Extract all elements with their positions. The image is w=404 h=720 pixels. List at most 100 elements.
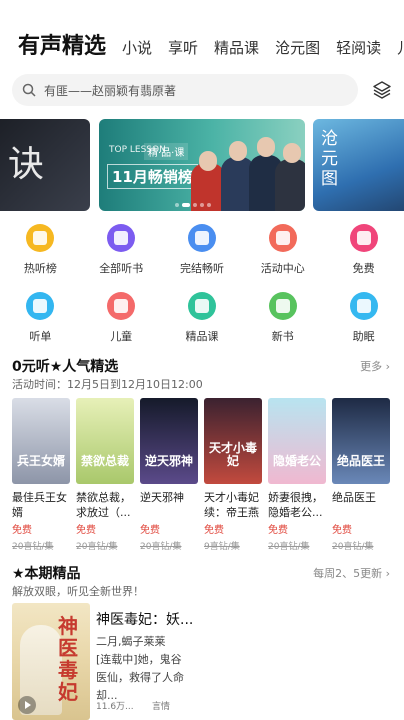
section-popular-title: 0元听★人气精选 bbox=[12, 359, 119, 375]
search-icon bbox=[22, 83, 36, 97]
search-row: 有匪——赵丽颖有翡原著 bbox=[12, 74, 392, 106]
carousel-dot-active bbox=[182, 203, 190, 207]
book-title: 天才小毒妃续：帝王燕 bbox=[204, 491, 259, 519]
section-featured-header: ★本期精品 每周2、5更新 › bbox=[12, 563, 390, 583]
carousel-dot bbox=[193, 203, 197, 207]
tab-4[interactable]: 沧元图 bbox=[275, 37, 320, 64]
book-free-badge: 免费 bbox=[140, 525, 160, 536]
shortcut-item[interactable]: 活动中心 bbox=[242, 222, 323, 290]
book-original-price: 20喜钻/集 bbox=[332, 542, 374, 552]
play-icon[interactable] bbox=[18, 696, 36, 714]
book-original-price: 20喜钻/集 bbox=[268, 542, 310, 552]
shortcut-row: 热听榜 全部听书 完结畅听 活动中心 免费 bbox=[0, 222, 404, 290]
featured-book-title: 神医毒妃：妖... bbox=[96, 612, 194, 628]
book-cover[interactable]: 绝品医王 bbox=[332, 398, 390, 484]
banner-card-right[interactable]: 沧元图 bbox=[313, 119, 404, 211]
layers-icon[interactable] bbox=[372, 80, 392, 100]
icon-glyph bbox=[114, 299, 129, 313]
shortcut-item[interactable]: 全部听书 bbox=[81, 222, 162, 290]
icon-glyph bbox=[33, 299, 48, 313]
book-original-price: 9喜钻/集 bbox=[204, 542, 240, 552]
tab-6[interactable]: 儿童 bbox=[397, 37, 404, 64]
category-tabs: 有声精选小说享听精品课沧元图轻阅读儿童 bbox=[18, 28, 404, 64]
book-card[interactable]: 绝品医王 绝品医王 免费 20喜钻/集 bbox=[332, 398, 390, 552]
banner-card-left[interactable]: 诀 bbox=[0, 119, 90, 211]
featured-book-cover[interactable]: 神医毒妃 bbox=[12, 603, 90, 720]
shortcut-label: 助眠 bbox=[352, 330, 375, 343]
book-free-badge: 免费 bbox=[12, 525, 32, 536]
banner-left-title: 诀 bbox=[8, 144, 45, 185]
book-original-price: 20喜钻/集 bbox=[140, 542, 182, 552]
cup-icon bbox=[26, 292, 55, 320]
banner-tag2: 精·品·课 bbox=[144, 143, 189, 160]
banner-head-3 bbox=[257, 137, 275, 157]
shortcut-item[interactable]: 完结畅听 bbox=[162, 222, 243, 290]
search-placeholder: 有匪——赵丽颖有翡原著 bbox=[44, 83, 177, 98]
book-cover[interactable]: 禁欲总裁 bbox=[76, 398, 134, 484]
banner-carousel[interactable]: 诀 TOP LESSON 精·品·课 11月畅销榜 沧元图 bbox=[0, 119, 404, 211]
shortcut-item[interactable]: 精品课 bbox=[162, 290, 243, 358]
featured-book-item[interactable]: 神医毒妃 神医毒妃：妖... 二月,蝎子莱莱 [连载中]她，鬼谷医仙，救得了人命… bbox=[12, 603, 392, 720]
banner-head-4 bbox=[283, 143, 301, 163]
shortcut-item[interactable]: 助眠 bbox=[323, 290, 404, 358]
more-link[interactable]: 更多 › bbox=[360, 358, 390, 374]
book-free-badge: 免费 bbox=[204, 525, 224, 536]
section-featured-subtitle: 解放双眼，听见全新世界！ bbox=[12, 585, 144, 598]
section-featured-title: ★本期精品 bbox=[12, 566, 81, 582]
tab-0[interactable]: 有声精选 bbox=[18, 28, 106, 64]
featured-book-description: [连载中]她，鬼谷医仙，救得了人命却... bbox=[96, 653, 184, 702]
shortcut-label: 全部听书 bbox=[99, 262, 144, 275]
banner-head-2 bbox=[229, 141, 247, 161]
shortcut-item[interactable]: 免费 bbox=[323, 222, 404, 290]
shortcut-item[interactable]: 新书 bbox=[242, 290, 323, 358]
banner-head-1 bbox=[199, 151, 217, 171]
icon-glyph bbox=[356, 299, 371, 313]
banner-title: 11月畅销榜 bbox=[107, 164, 198, 189]
tab-2[interactable]: 享听 bbox=[168, 37, 198, 64]
book-cover-text: 兵王女婿 bbox=[16, 454, 65, 468]
tab-5[interactable]: 轻阅读 bbox=[336, 37, 381, 64]
tag-icon bbox=[268, 224, 297, 252]
book-card[interactable]: 逆天邪神 逆天邪神 免费 20喜钻/集 bbox=[140, 398, 198, 552]
book-cover[interactable]: 天才小毒妃 bbox=[204, 398, 262, 484]
book-card[interactable]: 天才小毒妃天才小毒妃续：帝王燕免费 9喜钻/集 bbox=[204, 398, 262, 552]
shortcut-label: 免费 bbox=[352, 262, 375, 275]
icon-glyph bbox=[114, 231, 129, 245]
book-original-price: 20喜钻/集 bbox=[12, 542, 54, 552]
shortcut-item[interactable]: 听单 bbox=[0, 290, 81, 358]
icon-glyph bbox=[356, 231, 371, 245]
update-schedule-link[interactable]: 每周2、5更新 › bbox=[313, 565, 390, 581]
book-card[interactable]: 隐婚老公娇妻很拽，隐婚老公... 免费 20喜钻/集 bbox=[268, 398, 326, 552]
featured-book-plays: 11.6万... bbox=[96, 702, 134, 712]
featured-cover-text: 神医毒妃 bbox=[58, 614, 78, 704]
search-bar[interactable]: 有匪——赵丽颖有翡原著 bbox=[12, 74, 358, 106]
shortcut-item[interactable]: 儿童 bbox=[81, 290, 162, 358]
book-title: 娇妻很拽，隐婚老公... bbox=[268, 491, 323, 519]
shortcut-item[interactable]: 热听榜 bbox=[0, 222, 81, 290]
book-cover[interactable]: 逆天邪神 bbox=[140, 398, 198, 484]
book-cover[interactable]: 兵王女婿 bbox=[12, 398, 70, 484]
carousel-dot bbox=[207, 203, 211, 207]
tab-1[interactable]: 小说 bbox=[122, 37, 152, 64]
shortcut-grid: 热听榜 全部听书 完结畅听 活动中心 免费听单 儿童 精品课 新书 助眠 bbox=[0, 222, 404, 358]
book-title: 最佳兵王女婿 bbox=[12, 491, 67, 519]
popular-book-list: 兵王女婿 最佳兵王女婿 免费 20喜钻/集 禁欲总裁 禁欲总裁，求放过（... 免费 20喜钻… bbox=[12, 398, 396, 552]
book-title: 绝品医王 bbox=[332, 491, 376, 504]
shortcut-label: 精品课 bbox=[185, 330, 219, 343]
book-card[interactable]: 禁欲总裁 禁欲总裁，求放过（... 免费 20喜钻/集 bbox=[76, 398, 134, 552]
child-face-icon bbox=[107, 292, 136, 320]
book-card[interactable]: 兵王女婿最佳兵王女婿免费 20喜钻/集 bbox=[12, 398, 70, 552]
banner-person-4 bbox=[275, 159, 305, 211]
book-cover[interactable]: 隐婚老公 bbox=[268, 398, 326, 484]
banner-card-main[interactable]: TOP LESSON 精·品·课 11月畅销榜 bbox=[99, 119, 305, 211]
book-free-badge: 免费 bbox=[76, 525, 96, 536]
icon-glyph bbox=[33, 231, 48, 245]
book-original-price: 20喜钻/集 bbox=[76, 542, 118, 552]
icon-glyph bbox=[194, 299, 209, 313]
icon-glyph bbox=[275, 299, 290, 313]
book-title: 逆天邪神 bbox=[140, 491, 184, 504]
shortcut-label: 听单 bbox=[29, 330, 52, 343]
tab-3[interactable]: 精品课 bbox=[214, 37, 259, 64]
book-free-badge: 免费 bbox=[268, 525, 288, 536]
free-icon bbox=[349, 224, 378, 252]
